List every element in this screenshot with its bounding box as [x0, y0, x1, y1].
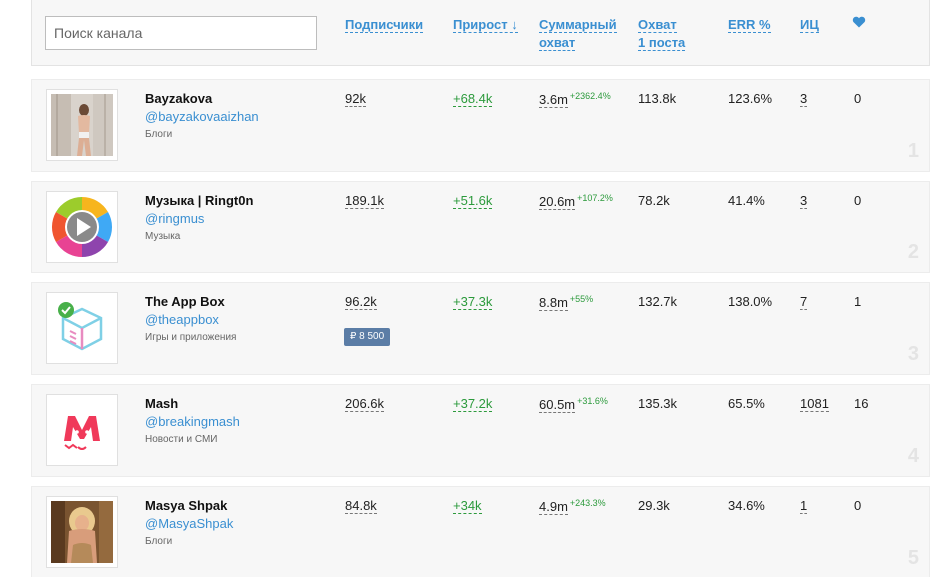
channel-name[interactable]: Bayzakova [145, 91, 212, 106]
avatar[interactable] [46, 496, 118, 568]
err-value: 138.0% [728, 294, 773, 309]
total-reach-cell: 3.6m +2362.4% [539, 91, 611, 108]
likes-value: 1 [854, 294, 862, 309]
sort-subscribers[interactable]: Подписчики [345, 16, 424, 34]
total-reach-value[interactable]: 8.8m [539, 295, 568, 311]
total-reach-cell: 20.6m +107.2% [539, 193, 613, 210]
growth-value[interactable]: +51.6k [453, 193, 493, 209]
channel-name[interactable]: Masya Shpak [145, 498, 227, 513]
total-reach-delta: +243.3% [569, 498, 606, 508]
mash-logo-icon [64, 416, 100, 450]
ad-price-badge[interactable]: ₽ 8 500 [344, 328, 391, 346]
channel-category: Игры и приложения [145, 332, 237, 343]
rank-number: 4 [907, 445, 919, 467]
avatar[interactable] [46, 394, 118, 466]
total-reach-value[interactable]: 60.5m [539, 397, 576, 413]
total-reach-value[interactable]: 3.6m [539, 92, 568, 108]
subscribers-value[interactable]: 96.2k [345, 294, 377, 310]
subscribers-value[interactable]: 189.1k [345, 193, 385, 209]
growth-value[interactable]: +37.2k [453, 396, 493, 412]
avatar[interactable] [46, 292, 118, 364]
avatar[interactable] [46, 89, 118, 161]
total-reach-value[interactable]: 20.6m [539, 194, 576, 210]
channel-handle[interactable]: @ringmus [145, 211, 204, 226]
channel-name[interactable]: Музыка | Ringt0n [145, 193, 253, 208]
total-reach-value[interactable]: 4.9m [539, 499, 568, 515]
channel-category: Блоги [145, 129, 173, 140]
channel-category: Музыка [145, 231, 181, 242]
search-input[interactable] [45, 16, 317, 50]
sort-likes[interactable] [852, 15, 866, 33]
table-row: Музыка | Ringt0n @ringmus Музыка 189.1k … [31, 181, 930, 273]
err-value: 34.6% [728, 498, 765, 513]
sort-ic[interactable]: ИЦ [800, 16, 819, 34]
post-reach-value: 78.2k [638, 193, 670, 208]
rank-number: 2 [907, 241, 919, 263]
growth-value[interactable]: +37.3k [453, 294, 493, 310]
table-row: Bayzakova @bayzakovaaizhan Блоги 92k +68… [31, 79, 930, 172]
post-reach-value: 113.8k [638, 91, 677, 106]
likes-value: 0 [854, 91, 862, 106]
total-reach-cell: 8.8m +55% [539, 294, 594, 311]
total-reach-cell: 60.5m +31.6% [539, 396, 608, 413]
err-value: 65.5% [728, 396, 765, 411]
ic-value[interactable]: 7 [800, 294, 808, 310]
err-value: 41.4% [728, 193, 765, 208]
likes-value: 0 [854, 193, 862, 208]
channel-handle[interactable]: @theappbox [145, 312, 219, 327]
rank-number: 1 [907, 140, 919, 162]
channel-name[interactable]: The App Box [145, 294, 225, 309]
photo-icon [51, 94, 113, 156]
channel-name[interactable]: Mash [145, 396, 178, 411]
channel-handle[interactable]: @breakingmash [145, 414, 240, 429]
ic-value[interactable]: 1 [800, 498, 808, 514]
err-value: 123.6% [728, 91, 773, 106]
post-reach-value: 132.7k [638, 294, 678, 309]
growth-value[interactable]: +34k [453, 498, 482, 514]
channel-category: Блоги [145, 536, 173, 547]
post-reach-value: 135.3k [638, 396, 678, 411]
app-box-icon [58, 302, 103, 351]
subscribers-value[interactable]: 92k [345, 91, 366, 107]
sort-growth[interactable]: Прирост ↓ [453, 16, 518, 34]
channel-category: Новости и СМИ [145, 434, 218, 445]
table-row: The App Box @theappbox Игры и приложения… [31, 282, 930, 375]
table-row: Mash @breakingmash Новости и СМИ 206.6k … [31, 384, 930, 477]
ic-value[interactable]: 1081 [800, 396, 829, 412]
sort-post-reach[interactable]: Охват 1 поста [638, 16, 686, 52]
likes-value: 16 [854, 396, 869, 411]
subscribers-value[interactable]: 84.8k [345, 498, 377, 514]
music-play-icon [51, 197, 113, 257]
channel-handle[interactable]: @bayzakovaaizhan [145, 109, 259, 124]
rank-number: 3 [907, 343, 919, 365]
post-reach-value: 29.3k [638, 498, 670, 513]
total-reach-cell: 4.9m +243.3% [539, 498, 606, 515]
ic-value[interactable]: 3 [800, 193, 808, 209]
avatar[interactable] [46, 191, 118, 263]
sort-err[interactable]: ERR % [728, 16, 771, 34]
rank-number: 5 [907, 547, 919, 569]
total-reach-delta: +31.6% [577, 396, 608, 406]
sort-total-reach[interactable]: Суммарный охват [539, 16, 617, 52]
table-row: Masya Shpak @MasyaShpak Блоги 84.8k +34k… [31, 486, 930, 577]
total-reach-delta: +107.2% [577, 193, 613, 203]
total-reach-delta: +2362.4% [569, 91, 611, 101]
total-reach-delta: +55% [569, 294, 594, 304]
growth-value[interactable]: +68.4k [453, 91, 493, 107]
table-header: Подписчики Прирост ↓ Суммарныйохват Охва… [31, 0, 930, 66]
likes-value: 0 [854, 498, 862, 513]
photo-icon [51, 501, 113, 563]
subscribers-value[interactable]: 206.6k [345, 396, 385, 412]
ic-value[interactable]: 3 [800, 91, 808, 107]
channel-handle[interactable]: @MasyaShpak [145, 516, 233, 531]
heart-icon [852, 16, 866, 28]
